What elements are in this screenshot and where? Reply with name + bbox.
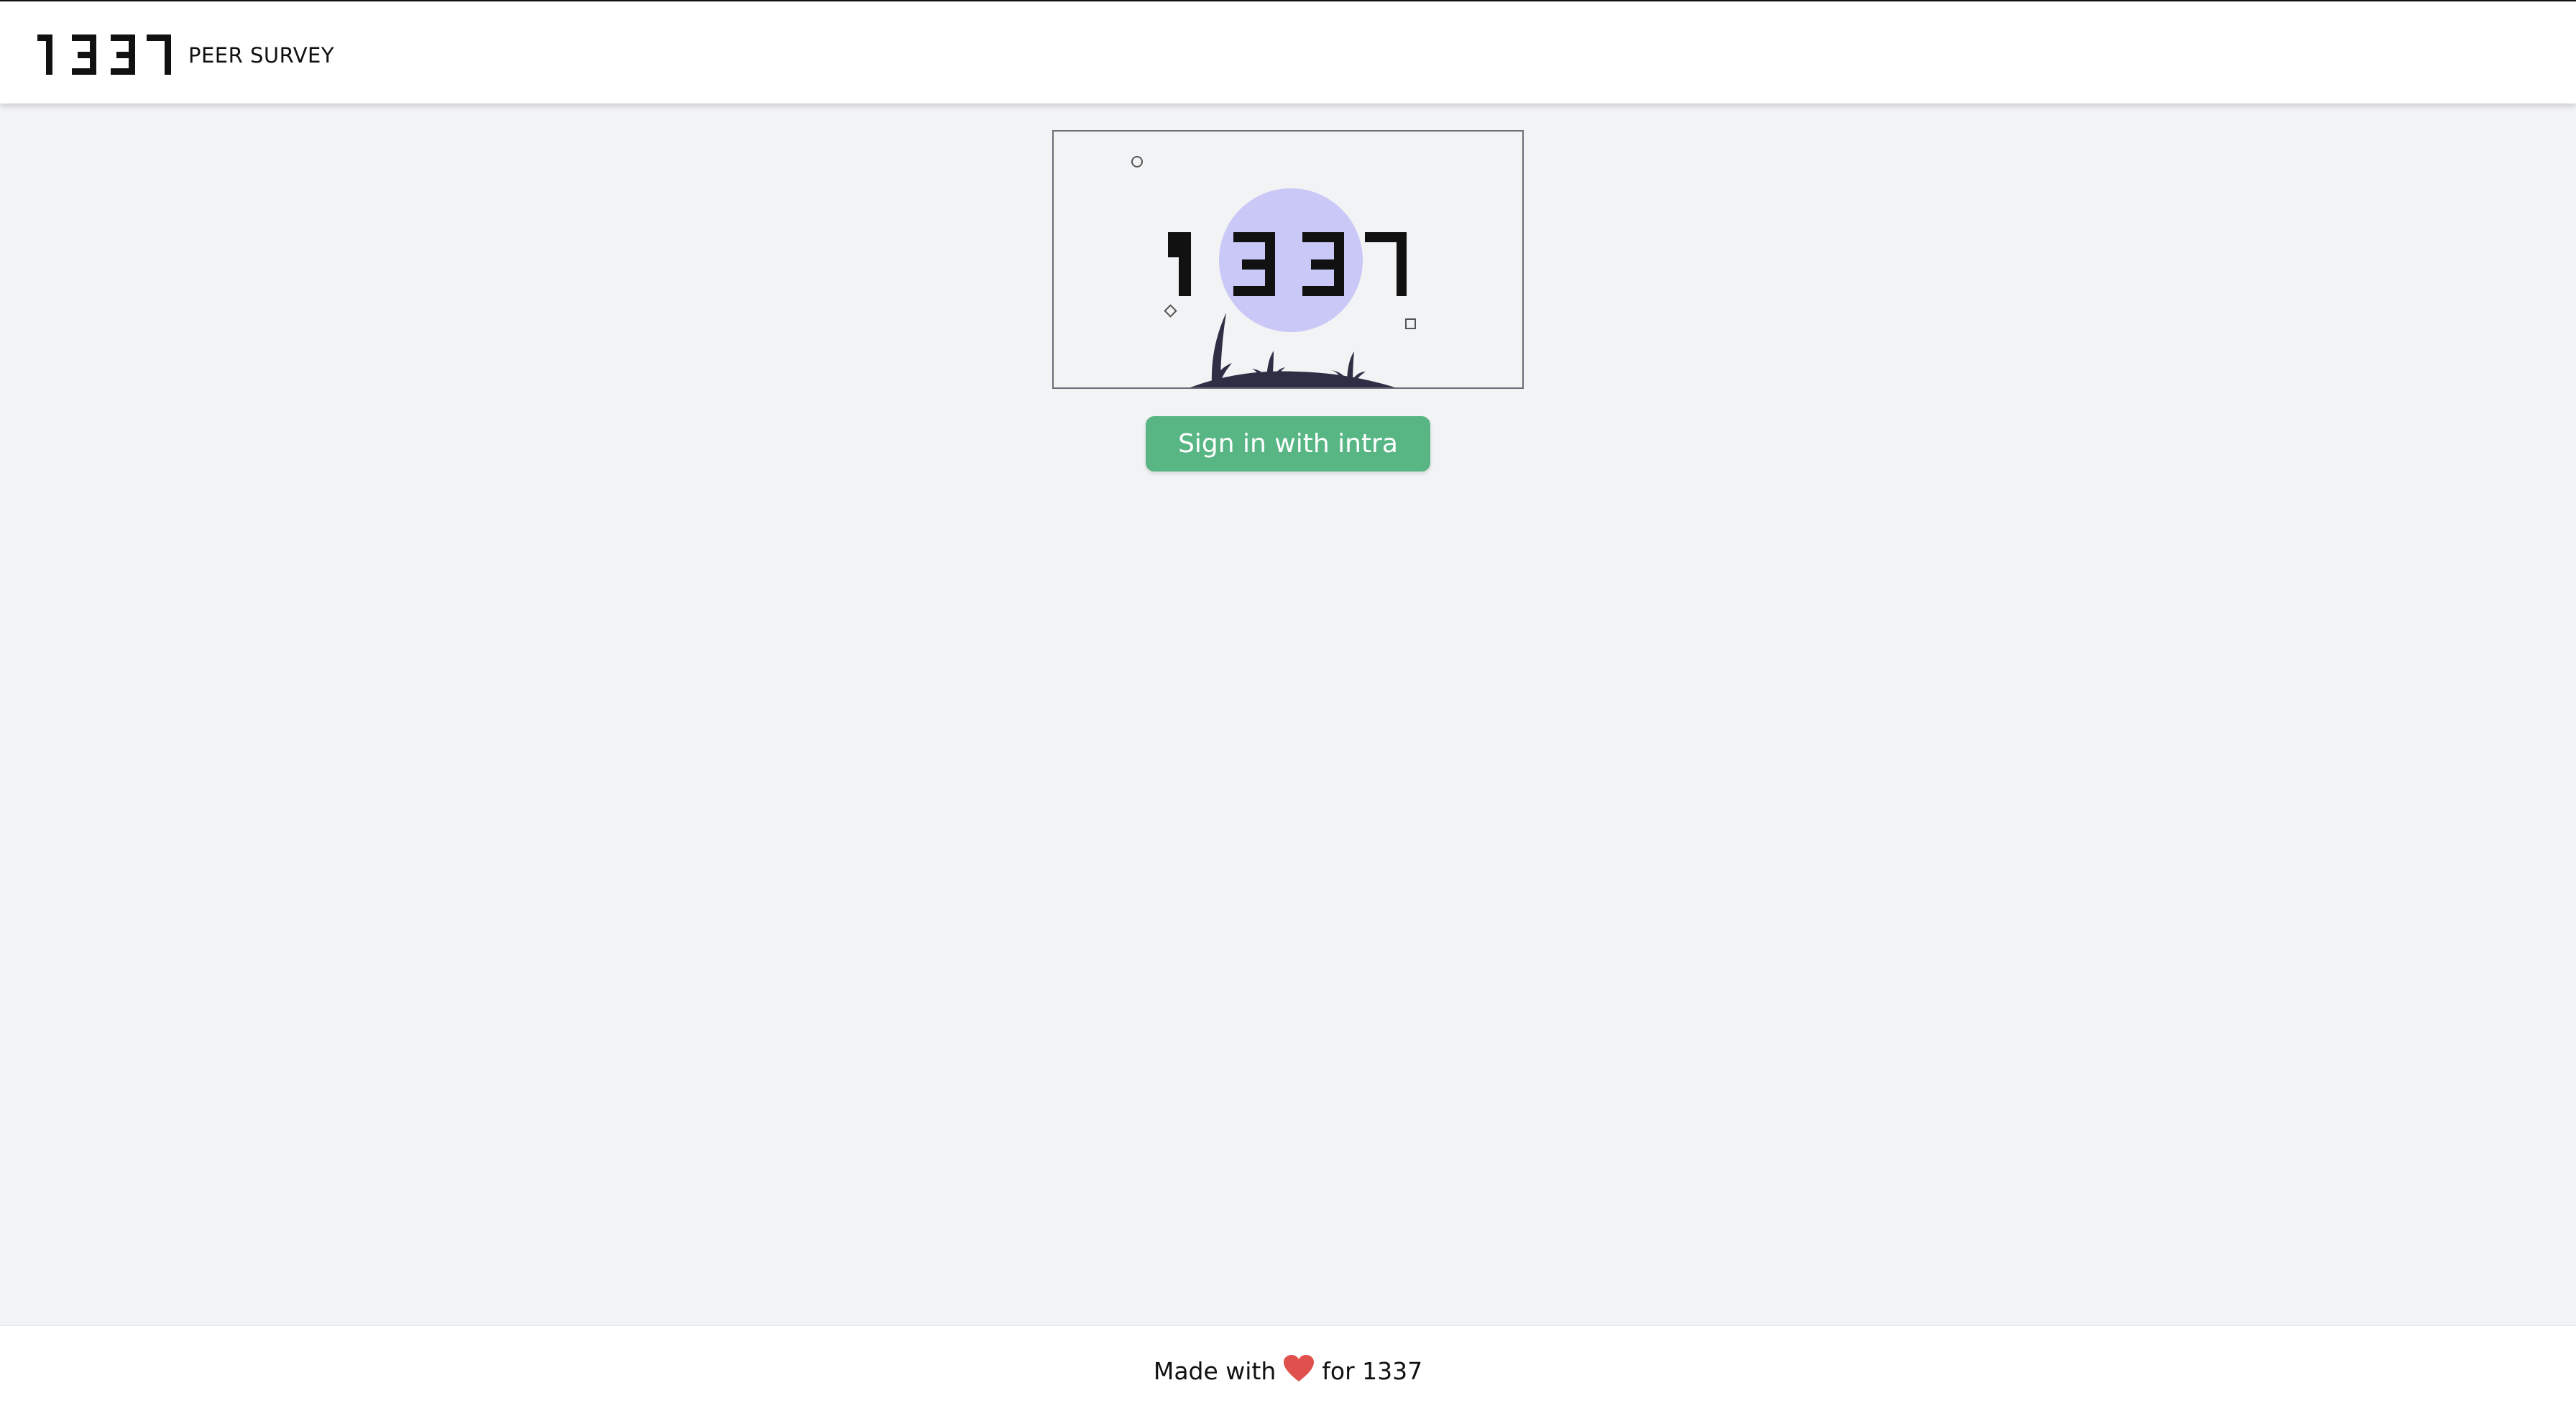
logo-1337-icon: [37, 35, 171, 75]
sign-in-button[interactable]: Sign in with intra: [1146, 416, 1430, 472]
login-page: PEER SURVEY Sign in with intra Made with…: [0, 0, 2576, 1416]
diamond-outline-icon: [1164, 304, 1177, 318]
square-outline-icon: [1405, 318, 1416, 329]
footer: Made with for 1337: [0, 1325, 2576, 1416]
brand-logo[interactable]: [36, 32, 172, 79]
heart-icon: [1283, 1354, 1315, 1389]
circle-outline-icon: [1131, 156, 1143, 167]
top-bar: PEER SURVEY: [0, 0, 2576, 104]
hero-image: [1131, 156, 1416, 387]
footer-prefix: Made with: [1153, 1357, 1276, 1385]
footer-suffix: for 1337: [1322, 1357, 1423, 1385]
app-name: PEER SURVEY: [188, 43, 335, 68]
hero-illustration: [1052, 130, 1524, 389]
